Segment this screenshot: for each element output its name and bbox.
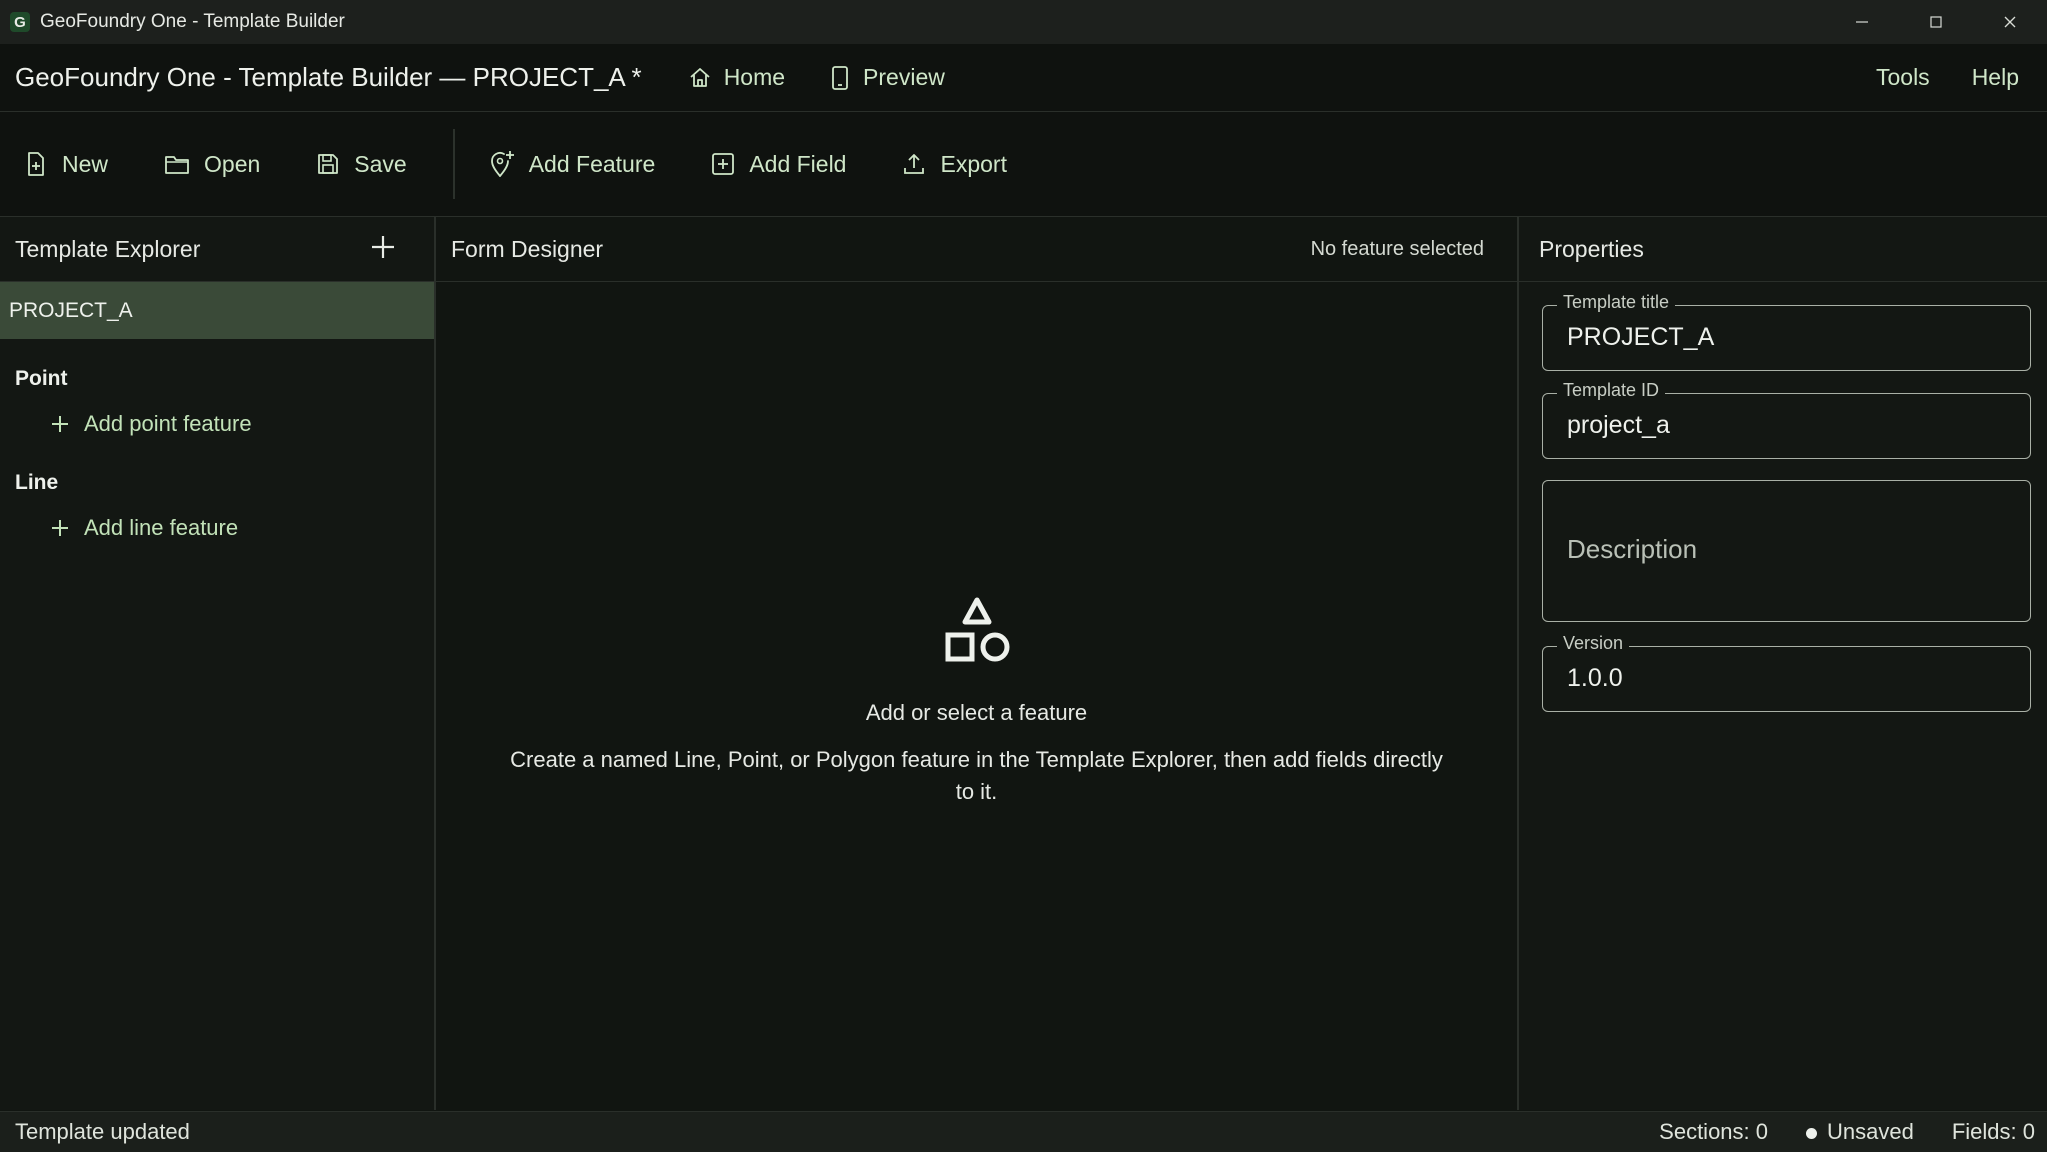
app-header: GeoFoundry One - Template Builder — PROJ… <box>0 44 2047 112</box>
designer-title: Form Designer <box>451 235 604 262</box>
home-icon <box>690 67 710 87</box>
template-title-field[interactable]: Template title PROJECT_A <box>1542 292 2031 371</box>
page-title: GeoFoundry One - Template Builder — PROJ… <box>15 62 642 92</box>
add-line-feature-label: Add line feature <box>84 515 239 540</box>
add-field-button[interactable]: Add Field <box>711 151 846 178</box>
designer-header: Form Designer No feature selected <box>436 217 1517 282</box>
form-designer-panel: Form Designer No feature selected Add or… <box>436 217 1519 1110</box>
properties-title: Properties <box>1539 235 1644 262</box>
folder-icon <box>165 156 189 174</box>
template-id-value: project_a <box>1567 411 1670 439</box>
add-line-feature-button[interactable]: Add line feature <box>50 515 434 541</box>
project-item[interactable]: PROJECT_A <box>0 282 434 339</box>
nav-preview[interactable]: Preview <box>829 64 945 91</box>
export-button[interactable]: Export <box>902 150 1007 178</box>
window-title: GeoFoundry One - Template Builder <box>40 11 345 32</box>
new-button[interactable]: New <box>24 151 108 178</box>
explorer-add-button[interactable] <box>368 232 398 262</box>
add-box-icon <box>712 153 735 175</box>
explorer-title: Template Explorer <box>15 235 201 262</box>
toolbar-divider <box>452 129 455 199</box>
template-title-label: Template title <box>1557 292 1676 313</box>
version-field[interactable]: Version 1.0.0 <box>1542 633 2031 712</box>
maximize-button[interactable] <box>1899 0 1973 44</box>
open-button[interactable]: Open <box>164 151 260 178</box>
template-explorer-panel: Template Explorer PROJECT_A Point Add po… <box>0 217 436 1110</box>
template-id-label: Template ID <box>1557 380 1666 401</box>
close-button[interactable] <box>1973 0 2047 44</box>
plus-icon <box>52 416 68 432</box>
description-field[interactable]: Description <box>1542 480 2031 622</box>
group-label-point: Point <box>15 367 68 390</box>
add-field-label: Add Field <box>749 150 847 177</box>
empty-state: Add or select a feature Create a named L… <box>436 592 1517 808</box>
save-button[interactable]: Save <box>316 150 407 178</box>
fields-count: Fields: 0 <box>1951 1119 2035 1144</box>
version-value: 1.0.0 <box>1567 664 1623 692</box>
unsaved-label: Unsaved <box>1827 1119 1914 1144</box>
maximize-icon <box>1930 16 1942 28</box>
add-feature-button[interactable]: Add Feature <box>489 150 656 178</box>
template-title-value: PROJECT_A <box>1567 323 1715 351</box>
menu-tools[interactable]: Tools <box>1876 64 1930 91</box>
explorer-header: Template Explorer <box>0 217 434 282</box>
plus-icon <box>52 520 68 536</box>
version-label: Version <box>1557 633 1630 654</box>
empty-state-title: Add or select a feature <box>865 700 1088 725</box>
status-bar: Template updated Sections: 0 Unsaved Fie… <box>0 1111 2047 1152</box>
phone-icon <box>832 65 848 90</box>
selection-status: No feature selected <box>1310 237 1484 260</box>
open-button-label: Open <box>204 150 261 177</box>
close-icon <box>2004 16 2016 28</box>
add-point-feature-label: Add point feature <box>84 411 252 436</box>
minimize-icon <box>1856 21 1868 23</box>
add-location-icon <box>490 151 514 177</box>
unsaved-indicator: Unsaved <box>1806 1119 1914 1145</box>
nav-home[interactable]: Home <box>688 64 785 91</box>
unsaved-dot-icon <box>1806 1128 1817 1139</box>
window-titlebar: G GeoFoundry One - Template Builder <box>0 0 2047 44</box>
properties-panel: Properties Template title PROJECT_A Temp… <box>1519 217 2047 1110</box>
new-button-label: New <box>62 150 109 177</box>
toolbar: New Open Save Add Feature Add Field Expo… <box>0 112 2047 217</box>
template-id-field[interactable]: Template ID project_a <box>1542 380 2031 459</box>
properties-header: Properties <box>1519 217 2047 282</box>
save-button-label: Save <box>354 150 407 177</box>
status-message: Template updated <box>15 1119 190 1144</box>
add-point-feature-button[interactable]: Add point feature <box>50 411 434 437</box>
nav-preview-label: Preview <box>863 64 945 90</box>
nav-home-label: Home <box>723 64 786 90</box>
save-icon <box>318 154 339 174</box>
new-file-icon <box>28 152 44 176</box>
group-label-line: Line <box>15 471 59 494</box>
shapes-icon <box>945 597 1009 662</box>
description-placeholder: Description <box>1567 534 1698 564</box>
menu-help[interactable]: Help <box>1972 64 2019 91</box>
plus-icon <box>372 236 394 258</box>
minimize-button[interactable] <box>1825 0 1899 44</box>
app-logo-icon: G <box>10 12 30 32</box>
empty-state-text: Create a named Line, Point, or Polygon f… <box>510 747 1443 804</box>
upload-icon <box>904 154 925 174</box>
sections-count: Sections: 0 <box>1659 1119 1768 1144</box>
export-label: Export <box>940 150 1007 177</box>
add-feature-label: Add Feature <box>528 150 656 177</box>
